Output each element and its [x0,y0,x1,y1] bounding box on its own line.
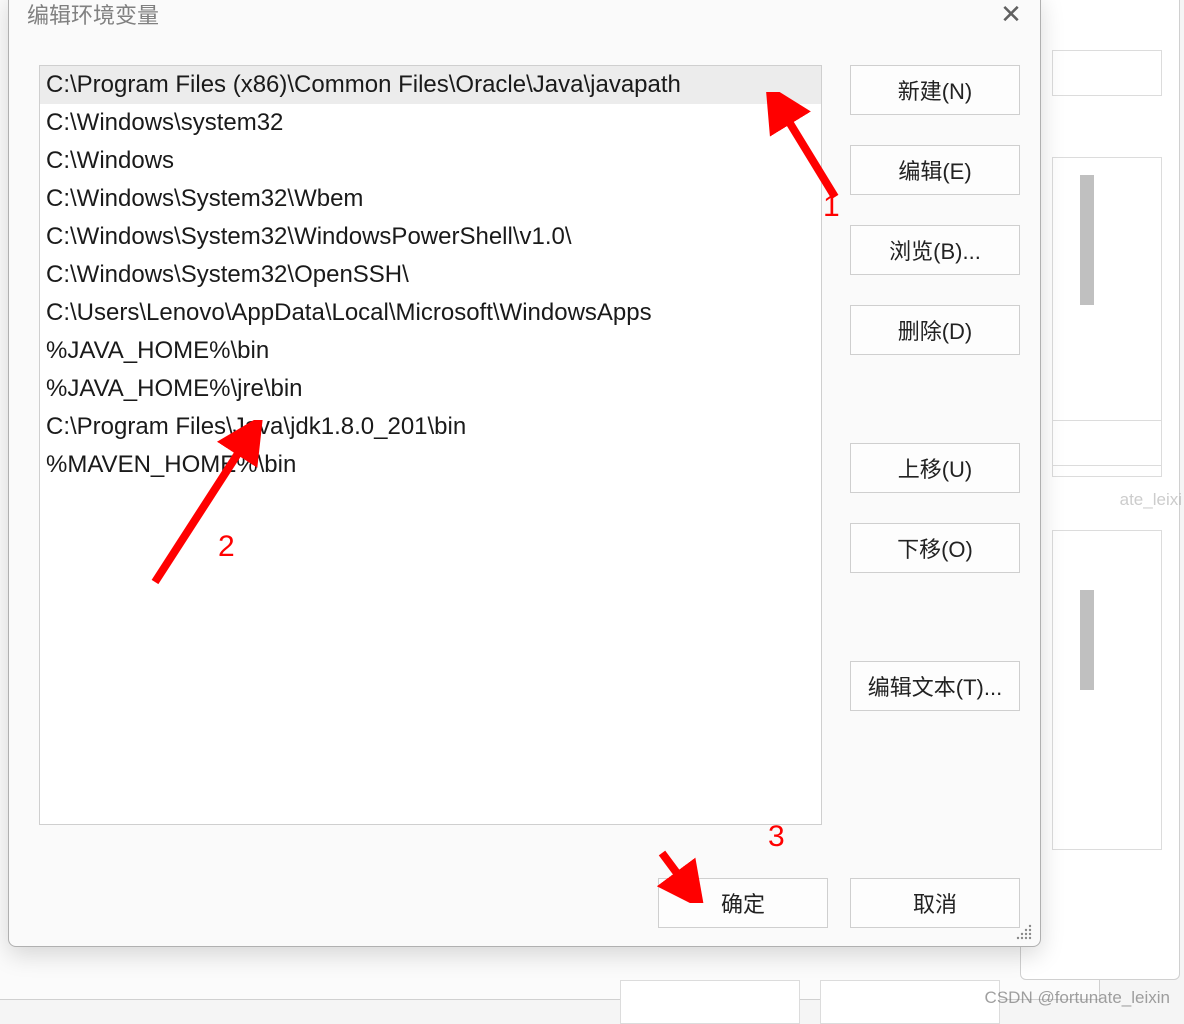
ok-button[interactable]: 确定 [658,878,828,928]
bg-panel [1052,420,1162,466]
spacer [850,603,1020,631]
annotation-label-1: 1 [823,190,840,224]
list-item[interactable]: %JAVA_HOME%\jre\bin [40,370,821,408]
move-up-button[interactable]: 上移(U) [850,443,1020,493]
list-item[interactable]: C:\Windows\System32\OpenSSH\ [40,256,821,294]
dialog-footer: 确定 取消 [658,878,1020,928]
list-item[interactable]: C:\Users\Lenovo\AppData\Local\Microsoft\… [40,294,821,332]
list-item[interactable]: C:\Windows\system32 [40,104,821,142]
titlebar: 编辑环境变量 ✕ [9,0,1040,35]
list-item[interactable]: C:\Program Files (x86)\Common Files\Orac… [40,66,821,104]
list-item[interactable]: %MAVEN_HOME%\bin [40,446,821,484]
move-down-button[interactable]: 下移(O) [850,523,1020,573]
watermark: CSDN @fortunate_leixin [985,988,1170,1008]
list-item[interactable]: C:\Windows\System32\WindowsPowerShell\v1… [40,218,821,256]
bg-panel [1052,50,1162,96]
new-button[interactable]: 新建(N) [850,65,1020,115]
annotation-label-2: 2 [218,530,235,564]
bg-panel [1052,530,1162,850]
annotation-label-3: 3 [768,820,785,854]
edit-text-button[interactable]: 编辑文本(T)... [850,661,1020,711]
list-item[interactable]: C:\Windows [40,142,821,180]
bg-scrollbar [1080,590,1094,690]
edit-env-variable-dialog: 编辑环境变量 ✕ C:\Program Files (x86)\Common F… [8,0,1041,947]
bg-bottom-button [820,980,1000,1024]
close-icon[interactable]: ✕ [996,0,1026,29]
path-listbox[interactable]: C:\Program Files (x86)\Common Files\Orac… [39,65,822,825]
bg-bottom-button [620,980,800,1024]
dialog-title: 编辑环境变量 [27,0,159,30]
bg-watermark: ate_leixi [1120,490,1182,510]
list-item[interactable]: %JAVA_HOME%\bin [40,332,821,370]
button-group-edits: 新建(N) 编辑(E) 浏览(B)... 删除(D) [850,65,1020,355]
bg-scrollbar [1080,175,1094,305]
edit-button[interactable]: 编辑(E) [850,145,1020,195]
button-group-move: 上移(U) 下移(O) [850,443,1020,573]
spacer [850,385,1020,413]
list-item[interactable]: C:\Windows\System32\Wbem [40,180,821,218]
resize-grip-icon[interactable] [1014,922,1034,942]
cancel-button[interactable]: 取消 [850,878,1020,928]
side-button-column: 新建(N) 编辑(E) 浏览(B)... 删除(D) 上移(U) 下移(O) 编… [850,65,1020,825]
list-item[interactable]: C:\Program Files\Java\jdk1.8.0_201\bin [40,408,821,446]
browse-button[interactable]: 浏览(B)... [850,225,1020,275]
delete-button[interactable]: 删除(D) [850,305,1020,355]
dialog-body: C:\Program Files (x86)\Common Files\Orac… [9,35,1040,835]
